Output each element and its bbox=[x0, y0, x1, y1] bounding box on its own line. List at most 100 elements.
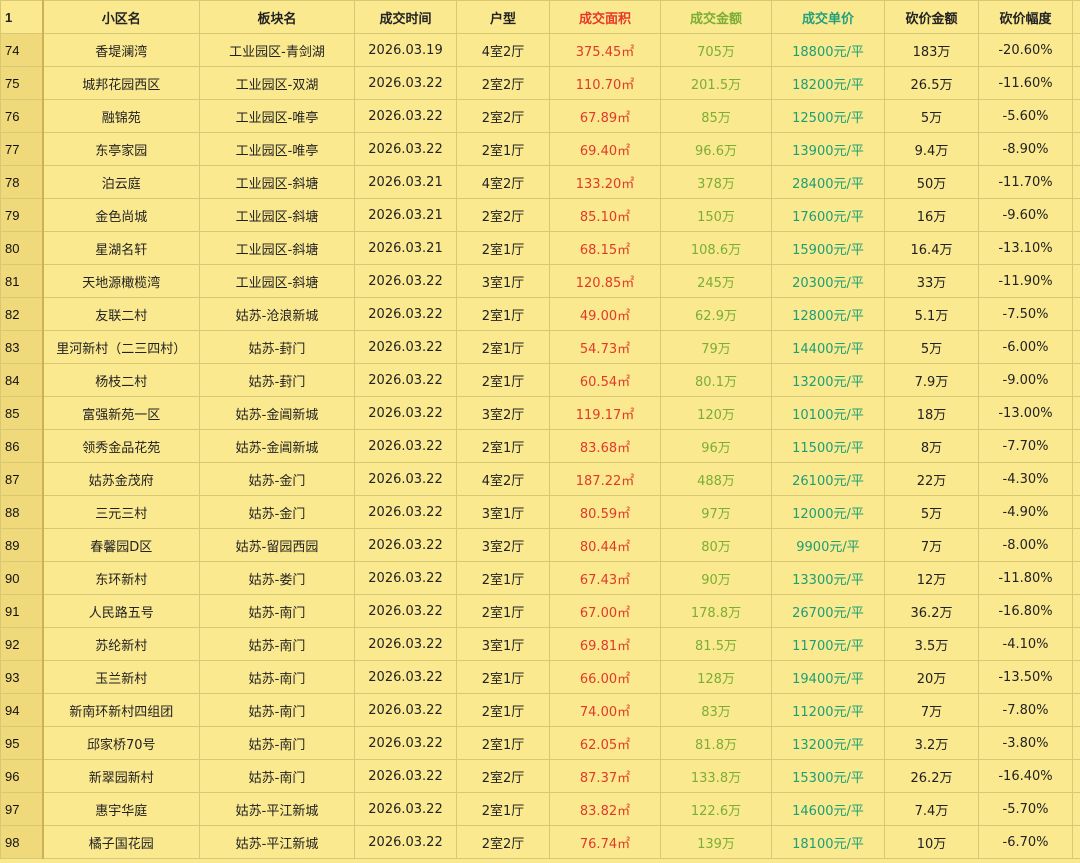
cell-deal-date[interactable]: 2026.03.22 bbox=[354, 66, 457, 100]
cell-block-name[interactable]: 姑苏-金阊新城 bbox=[199, 396, 355, 430]
row-number[interactable]: 84 bbox=[0, 363, 44, 397]
row-number[interactable]: 85 bbox=[0, 396, 44, 430]
cell-total-price[interactable]: 80万 bbox=[660, 528, 772, 562]
cell-layout[interactable]: 2室1厅 bbox=[456, 561, 550, 595]
row-number[interactable]: 78 bbox=[0, 165, 44, 199]
cell-area[interactable]: 69.40㎡ bbox=[549, 132, 661, 166]
cell-area[interactable]: 375.45㎡ bbox=[549, 33, 661, 67]
cell-area[interactable]: 68.15㎡ bbox=[549, 231, 661, 265]
cell-area[interactable]: 119.17㎡ bbox=[549, 396, 661, 430]
cell-area[interactable]: 60.54㎡ bbox=[549, 363, 661, 397]
cell-bargain-pct[interactable]: -11.70% bbox=[978, 165, 1073, 199]
cell-bargain-amount[interactable]: 3.5万 bbox=[884, 627, 979, 661]
cell-bargain-amount[interactable]: 7.4万 bbox=[884, 792, 979, 826]
cell-extra[interactable] bbox=[1072, 528, 1080, 562]
cell-extra[interactable] bbox=[1072, 231, 1080, 265]
cell-community-name[interactable]: 姑苏金茂府 bbox=[42, 462, 200, 496]
cell-community-name[interactable]: 新翠园新村 bbox=[42, 759, 200, 793]
cell-total-price[interactable]: 96万 bbox=[660, 429, 772, 463]
cell-extra[interactable] bbox=[1072, 792, 1080, 826]
cell-extra[interactable] bbox=[1072, 99, 1080, 133]
row-number[interactable]: 74 bbox=[0, 33, 44, 67]
cell-community-name[interactable]: 杨枝二村 bbox=[42, 363, 200, 397]
cell-deal-date[interactable]: 2026.03.22 bbox=[354, 495, 457, 529]
cell-bargain-amount[interactable]: 16万 bbox=[884, 198, 979, 232]
cell-bargain-amount[interactable]: 36.2万 bbox=[884, 594, 979, 628]
cell-extra[interactable] bbox=[1072, 396, 1080, 430]
cell-unit-price[interactable]: 11700元/平 bbox=[771, 627, 885, 661]
cell-bargain-pct[interactable]: -16.80% bbox=[978, 594, 1073, 628]
row-number[interactable]: 86 bbox=[0, 429, 44, 463]
cell-unit-price[interactable]: 28400元/平 bbox=[771, 165, 885, 199]
row-number[interactable]: 82 bbox=[0, 297, 44, 331]
cell-community-name[interactable]: 春馨园D区 bbox=[42, 528, 200, 562]
cell-layout[interactable]: 2室1厅 bbox=[456, 429, 550, 463]
cell-community-name[interactable]: 橘子国花园 bbox=[42, 825, 200, 859]
cell-total-price[interactable]: 128万 bbox=[660, 660, 772, 694]
cell-community-name[interactable]: 东环新村 bbox=[42, 561, 200, 595]
cell-area[interactable]: 110.70㎡ bbox=[549, 66, 661, 100]
cell-block-name[interactable]: 姑苏-金阊新城 bbox=[199, 429, 355, 463]
cell-bargain-amount[interactable]: 5万 bbox=[884, 330, 979, 364]
cell-unit-price[interactable]: 13200元/平 bbox=[771, 363, 885, 397]
cell-extra[interactable] bbox=[1072, 33, 1080, 67]
col-header-area[interactable]: 成交面积 bbox=[549, 0, 661, 34]
cell-deal-date[interactable]: 2026.03.21 bbox=[354, 165, 457, 199]
cell-deal-date[interactable]: 2026.03.22 bbox=[354, 726, 457, 760]
cell-unit-price[interactable]: 14400元/平 bbox=[771, 330, 885, 364]
cell-community-name[interactable]: 天地源橄榄湾 bbox=[42, 264, 200, 298]
cell-extra[interactable] bbox=[1072, 726, 1080, 760]
cell-deal-date[interactable]: 2026.03.21 bbox=[354, 198, 457, 232]
cell-unit-price[interactable]: 26700元/平 bbox=[771, 594, 885, 628]
cell-total-price[interactable]: 81.8万 bbox=[660, 726, 772, 760]
col-header-total[interactable]: 成交金额 bbox=[660, 0, 772, 34]
cell-community-name[interactable]: 友联二村 bbox=[42, 297, 200, 331]
row-number[interactable]: 93 bbox=[0, 660, 44, 694]
cell-area[interactable]: 67.89㎡ bbox=[549, 99, 661, 133]
cell-layout[interactable]: 2室1厅 bbox=[456, 132, 550, 166]
cell-community-name[interactable]: 邱家桥70号 bbox=[42, 726, 200, 760]
cell-total-price[interactable]: 378万 bbox=[660, 165, 772, 199]
cell-area[interactable]: 67.43㎡ bbox=[549, 561, 661, 595]
cell-total-price[interactable]: 178.8万 bbox=[660, 594, 772, 628]
cell-community-name[interactable]: 领秀金品花苑 bbox=[42, 429, 200, 463]
cell-unit-price[interactable]: 13200元/平 bbox=[771, 726, 885, 760]
cell-bargain-amount[interactable]: 33万 bbox=[884, 264, 979, 298]
cell-block-name[interactable]: 工业园区-斜塘 bbox=[199, 264, 355, 298]
cell-deal-date[interactable]: 2026.03.22 bbox=[354, 627, 457, 661]
cell-total-price[interactable]: 79万 bbox=[660, 330, 772, 364]
cell-area[interactable]: 83.68㎡ bbox=[549, 429, 661, 463]
cell-block-name[interactable]: 姑苏-平江新城 bbox=[199, 792, 355, 826]
cell-extra[interactable] bbox=[1072, 495, 1080, 529]
cell-total-price[interactable]: 96.6万 bbox=[660, 132, 772, 166]
cell-community-name[interactable]: 人民路五号 bbox=[42, 594, 200, 628]
cell-total-price[interactable]: 97万 bbox=[660, 495, 772, 529]
cell-layout[interactable]: 2室2厅 bbox=[456, 66, 550, 100]
cell-bargain-amount[interactable]: 12万 bbox=[884, 561, 979, 595]
cell-extra[interactable] bbox=[1072, 132, 1080, 166]
cell-block-name[interactable]: 姑苏-金门 bbox=[199, 462, 355, 496]
cell-bargain-pct[interactable]: -11.60% bbox=[978, 66, 1073, 100]
cell-deal-date[interactable]: 2026.03.22 bbox=[354, 132, 457, 166]
cell-unit-price[interactable]: 10100元/平 bbox=[771, 396, 885, 430]
cell-bargain-pct[interactable]: -11.90% bbox=[978, 264, 1073, 298]
cell-bargain-amount[interactable]: 5万 bbox=[884, 99, 979, 133]
row-number[interactable]: 80 bbox=[0, 231, 44, 265]
cell-bargain-pct[interactable]: -11.80% bbox=[978, 561, 1073, 595]
cell-community-name[interactable]: 东亭家园 bbox=[42, 132, 200, 166]
cell-bargain-amount[interactable]: 7万 bbox=[884, 528, 979, 562]
row-number[interactable]: 75 bbox=[0, 66, 44, 100]
cell-deal-date[interactable]: 2026.03.22 bbox=[354, 693, 457, 727]
cell-total-price[interactable]: 705万 bbox=[660, 33, 772, 67]
cell-block-name[interactable]: 姑苏-葑门 bbox=[199, 330, 355, 364]
cell-unit-price[interactable]: 13900元/平 bbox=[771, 132, 885, 166]
cell-area[interactable]: 87.37㎡ bbox=[549, 759, 661, 793]
cell-unit-price[interactable]: 12800元/平 bbox=[771, 297, 885, 331]
cell-unit-price[interactable]: 26100元/平 bbox=[771, 462, 885, 496]
cell-extra[interactable] bbox=[1072, 330, 1080, 364]
cell-unit-price[interactable]: 17600元/平 bbox=[771, 198, 885, 232]
cell-unit-price[interactable]: 18200元/平 bbox=[771, 66, 885, 100]
cell-deal-date[interactable]: 2026.03.22 bbox=[354, 792, 457, 826]
cell-bargain-pct[interactable]: -13.10% bbox=[978, 231, 1073, 265]
cell-block-name[interactable]: 姑苏-南门 bbox=[199, 660, 355, 694]
